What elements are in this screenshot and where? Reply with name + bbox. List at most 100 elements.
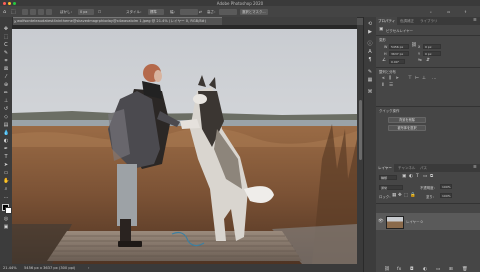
- info-icon[interactable]: ⓘ: [367, 41, 373, 47]
- filter-smart-icon[interactable]: ⧉: [430, 174, 433, 179]
- adjustment-layer-icon[interactable]: ◐: [423, 267, 427, 272]
- dodge-tool-icon[interactable]: ◐: [3, 138, 9, 144]
- filter-shape-icon[interactable]: ▭: [423, 174, 427, 179]
- flip-vertical-icon[interactable]: ⇵: [426, 58, 430, 63]
- layer-style-icon[interactable]: fx: [397, 267, 401, 272]
- marquee-tool-icon[interactable]: ⬚: [3, 34, 9, 40]
- new-layer-icon[interactable]: ⊞: [449, 267, 453, 272]
- move-tool-icon[interactable]: ✥: [3, 26, 9, 32]
- eraser-tool-icon[interactable]: ◇: [3, 114, 9, 120]
- document-image[interactable]: [12, 29, 357, 264]
- lock-position-icon[interactable]: ✥: [398, 193, 402, 198]
- more-options-icon[interactable]: …: [432, 76, 437, 81]
- blur-tool-icon[interactable]: 💧: [3, 130, 9, 136]
- swap-icon[interactable]: ⇄: [199, 9, 202, 15]
- intersect-selection-icon[interactable]: [46, 8, 52, 15]
- subtract-selection-icon[interactable]: [38, 8, 44, 15]
- edit-toolbar-icon[interactable]: …: [3, 194, 9, 200]
- style-select[interactable]: 標準: [148, 8, 164, 15]
- home-icon[interactable]: ⌂: [3, 9, 6, 15]
- eyedropper-tool-icon[interactable]: ⁄: [3, 74, 9, 80]
- filter-adjustment-icon[interactable]: ◐: [409, 174, 413, 179]
- link-icon[interactable]: ⛓: [411, 43, 417, 48]
- history-brush-tool-icon[interactable]: ↺: [3, 106, 9, 112]
- layer-row[interactable]: 👁 レイヤー 0: [376, 213, 480, 230]
- antialias-checkbox[interactable]: ☐: [98, 9, 101, 15]
- tab-properties[interactable]: プロパティ: [376, 17, 398, 25]
- document-tab[interactable]: × wolfsonteleaudatest4nintheme@skavedmag…: [12, 17, 222, 25]
- actions-icon[interactable]: ▶: [367, 29, 373, 35]
- search-icon[interactable]: ⌕: [430, 9, 432, 15]
- tab-paths[interactable]: パス: [418, 164, 429, 172]
- gradient-tool-icon[interactable]: ▤: [3, 122, 9, 128]
- layers-menu-icon[interactable]: ≡: [473, 165, 477, 170]
- align-middle-icon[interactable]: ⊢: [415, 76, 419, 81]
- status-menu-arrow[interactable]: ›: [88, 264, 89, 272]
- align-right-icon[interactable]: ⫸: [396, 76, 399, 81]
- type-tool-icon[interactable]: T: [3, 154, 9, 160]
- remove-background-button[interactable]: 背景を削除: [388, 117, 426, 123]
- quick-actions-label[interactable]: クイック操作: [379, 108, 399, 113]
- healing-brush-tool-icon[interactable]: ⊕: [3, 82, 9, 88]
- tab-layers[interactable]: レイヤー: [376, 164, 394, 172]
- layer-name[interactable]: レイヤー 0: [406, 219, 423, 224]
- zoom-tool-icon[interactable]: ⌕: [3, 186, 9, 192]
- lasso-tool-icon[interactable]: ᑕ: [3, 42, 9, 48]
- brush-tool-icon[interactable]: ✏: [3, 90, 9, 96]
- tab-libraries[interactable]: ライブラリ: [418, 17, 440, 25]
- filter-pixel-icon[interactable]: ▣: [402, 174, 406, 179]
- history-icon[interactable]: ⟲: [367, 21, 373, 27]
- character-icon[interactable]: A: [367, 49, 373, 55]
- feather-value-field[interactable]: 0 px: [78, 8, 94, 15]
- distribute-v-icon[interactable]: ☰: [389, 83, 393, 88]
- transform-section-label[interactable]: 変形: [379, 37, 386, 42]
- screen-mode-icon[interactable]: ▣: [3, 224, 9, 230]
- filter-type-icon[interactable]: T: [416, 174, 419, 179]
- background-color-swatch[interactable]: [5, 207, 12, 214]
- angle-field[interactable]: 0.00°: [389, 59, 405, 64]
- opacity-field[interactable]: 100%: [440, 184, 452, 189]
- new-group-icon[interactable]: ▭: [436, 267, 440, 272]
- rectangle-tool-icon[interactable]: ▭: [3, 170, 9, 176]
- select-subject-button[interactable]: 被写体を選択: [388, 125, 426, 131]
- crop-tool-icon[interactable]: ⌗: [3, 58, 9, 64]
- panel-menu-icon[interactable]: ≡: [473, 18, 477, 23]
- scrollbar-thumb[interactable]: [358, 100, 362, 160]
- path-select-tool-icon[interactable]: ➤: [3, 162, 9, 168]
- add-mask-icon[interactable]: ◘: [410, 267, 414, 272]
- brush-settings-icon[interactable]: ✎: [367, 69, 373, 75]
- swatches-icon[interactable]: ▦: [367, 77, 373, 83]
- share-icon[interactable]: ⇪: [464, 9, 467, 15]
- zoom-level[interactable]: 21.44%: [3, 264, 17, 272]
- h-field[interactable]: 3637 px: [389, 51, 409, 56]
- align-left-icon[interactable]: ⫷: [382, 76, 385, 81]
- add-selection-icon[interactable]: [30, 8, 36, 15]
- flip-horizontal-icon[interactable]: ⇋: [418, 58, 422, 63]
- distribute-h-icon[interactable]: ⫴: [382, 83, 384, 88]
- link-layers-icon[interactable]: ⛓: [384, 267, 390, 272]
- layer-filter-select[interactable]: 種類: [379, 175, 397, 180]
- lock-all-icon[interactable]: 🔒: [410, 193, 416, 198]
- pen-tool-icon[interactable]: ✒: [3, 146, 9, 152]
- tab-adjustments[interactable]: 色調補正: [398, 17, 416, 25]
- hand-tool-icon[interactable]: ✋: [3, 178, 9, 184]
- lock-pixels-icon[interactable]: ▦: [392, 193, 396, 198]
- quick-select-tool-icon[interactable]: ✎: [3, 50, 9, 56]
- close-tab-icon[interactable]: ×: [14, 18, 17, 25]
- glyphs-icon[interactable]: ⌘: [367, 89, 373, 95]
- canvas-area[interactable]: [12, 25, 357, 264]
- lock-artboard-icon[interactable]: ⬚: [404, 193, 408, 198]
- y-field[interactable]: 0 px: [423, 51, 441, 56]
- height-field[interactable]: [219, 8, 237, 15]
- fill-field[interactable]: 100%: [440, 193, 452, 198]
- select-and-mask-button[interactable]: 選択とマスク...: [240, 8, 268, 15]
- align-center-icon[interactable]: ⫼: [389, 76, 391, 81]
- x-field[interactable]: 0 px: [423, 44, 441, 49]
- tab-channels[interactable]: チャンネル: [396, 164, 417, 172]
- workspace-icon[interactable]: ▭: [447, 9, 450, 15]
- frame-tool-icon[interactable]: ⊠: [3, 66, 9, 72]
- blend-mode-select[interactable]: 通常: [379, 185, 403, 190]
- align-bottom-icon[interactable]: ⊥: [422, 76, 426, 81]
- quick-mask-icon[interactable]: ◎: [3, 216, 9, 222]
- align-section-label[interactable]: 整列と分布: [379, 69, 396, 74]
